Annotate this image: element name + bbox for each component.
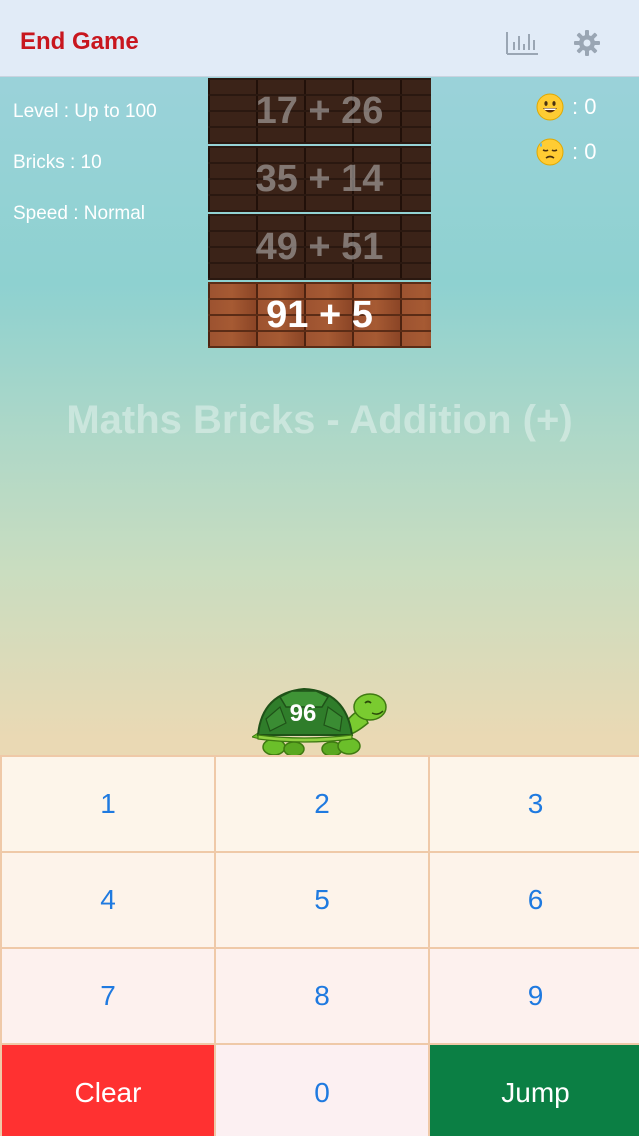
top-bar: End Game — [0, 0, 639, 77]
wrong-count: : 0 — [572, 139, 597, 164]
number-keypad: 1 2 3 4 5 6 7 8 9 Clear 0 Jump — [0, 755, 639, 1136]
key-6[interactable]: 6 — [430, 853, 639, 947]
key-3[interactable]: 3 — [430, 757, 639, 851]
brick: 49 + 51 — [208, 214, 431, 280]
game-title-watermark: Maths Bricks - Addition (+) — [66, 398, 573, 442]
brick: 35 + 14 — [208, 146, 431, 212]
key-8[interactable]: 8 — [216, 949, 428, 1043]
key-4[interactable]: 4 — [2, 853, 214, 947]
brick-sum: 49 + 51 — [255, 225, 384, 268]
brick-stack: 17 + 26 35 + 14 49 + 51 91 + 5 — [208, 78, 431, 350]
key-0[interactable]: 0 — [216, 1045, 428, 1136]
speed-label: Speed : Normal — [13, 203, 146, 224]
wrong-score: : 0 — [536, 137, 616, 167]
grinning-face-icon — [536, 93, 564, 121]
correct-score: : 0 — [536, 92, 616, 122]
key-7[interactable]: 7 — [2, 949, 214, 1043]
current-brick: 91 + 5 — [208, 282, 431, 348]
current-brick-sum: 91 + 5 — [266, 293, 373, 336]
level-label: Level : Up to 100 — [13, 101, 157, 122]
key-9[interactable]: 9 — [430, 949, 639, 1043]
key-5[interactable]: 5 — [216, 853, 428, 947]
bar-chart-icon[interactable] — [505, 30, 539, 56]
jump-button[interactable]: Jump — [430, 1045, 639, 1136]
key-1[interactable]: 1 — [2, 757, 214, 851]
downcast-sweat-face-icon — [536, 138, 564, 166]
clear-button[interactable]: Clear — [2, 1045, 214, 1136]
gear-icon[interactable] — [574, 30, 600, 56]
correct-count: : 0 — [572, 94, 597, 119]
bricks-label: Bricks : 10 — [13, 152, 102, 173]
brick-sum: 17 + 26 — [255, 89, 384, 132]
turtle-answer: 96 — [289, 700, 317, 727]
brick: 17 + 26 — [208, 78, 431, 144]
end-game-button[interactable]: End Game — [20, 28, 139, 56]
key-2[interactable]: 2 — [216, 757, 428, 851]
brick-sum: 35 + 14 — [255, 157, 384, 200]
